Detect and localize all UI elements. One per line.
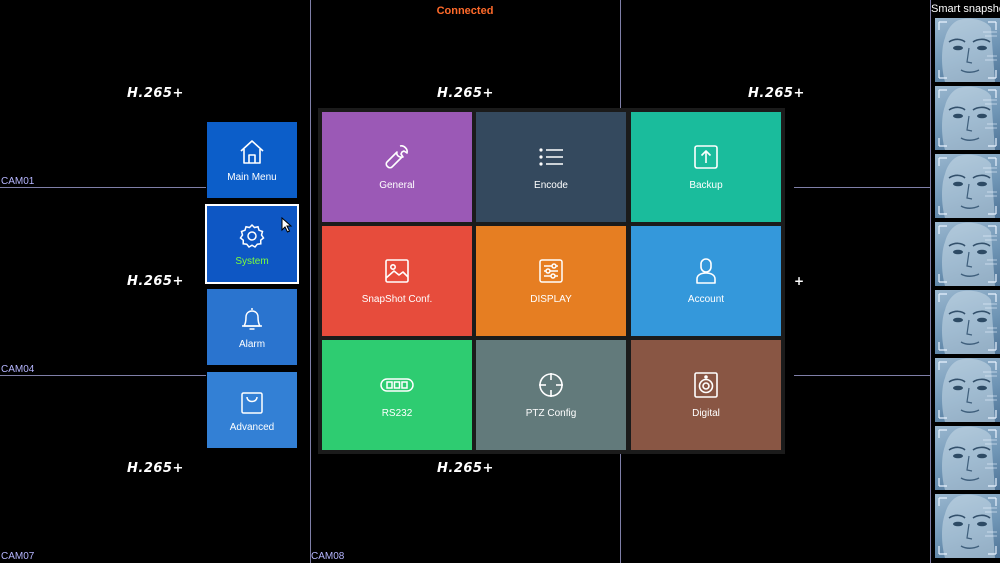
side-menu-system[interactable]: System	[205, 204, 299, 284]
grid-divider-h2-right	[794, 375, 931, 376]
grid-divider-h1	[0, 187, 206, 188]
serial-port-icon	[380, 378, 414, 392]
codec-label: H.265+	[127, 86, 184, 101]
tile-label: SnapShot Conf.	[361, 294, 433, 305]
gear-icon	[239, 223, 265, 248]
tile-label: PTZ Config	[525, 408, 577, 419]
tile-encode[interactable]: Encode	[476, 112, 626, 222]
side-menu-label: System	[235, 255, 269, 267]
tile-account[interactable]: Account	[631, 226, 781, 336]
smart-snapshot-title: Smart snapshot	[931, 3, 1000, 15]
tile-snapshot-conf[interactable]: SnapShot Conf.	[322, 226, 472, 336]
camera-label-cam07: CAM07	[1, 551, 35, 562]
snapshot-thumbnail[interactable]	[935, 426, 1000, 490]
snapshot-thumbnail[interactable]	[935, 494, 1000, 558]
snapshot-thumbnail[interactable]	[935, 358, 1000, 422]
side-menu-label: Advanced	[229, 421, 275, 433]
tile-label: Backup	[689, 180, 723, 191]
plus-icon[interactable]: +	[794, 274, 804, 288]
camera-label-cam04: CAM04	[1, 364, 35, 375]
list-icon	[539, 148, 563, 166]
codec-label: H.265+	[437, 461, 494, 476]
user-icon	[696, 258, 716, 284]
grid-divider-h2	[0, 375, 206, 376]
image-icon	[385, 259, 409, 283]
tile-backup[interactable]: Backup	[631, 112, 781, 222]
face-snapshot-image	[938, 154, 997, 218]
crosshair-icon	[539, 373, 563, 397]
camera-label-cam08: CAM08	[311, 551, 345, 562]
home-icon	[240, 139, 264, 164]
tile-rs232[interactable]: RS232	[322, 340, 472, 450]
face-snapshot-image	[938, 290, 997, 354]
sliders-icon	[539, 259, 563, 283]
side-menu-label: Main Menu	[227, 171, 277, 183]
side-menu-label: Alarm	[238, 338, 266, 350]
bell-icon	[242, 307, 262, 330]
face-snapshot-image	[938, 86, 997, 150]
snapshot-thumbnail[interactable]	[935, 154, 1000, 218]
snapshot-thumbnail[interactable]	[935, 222, 1000, 286]
side-menu-alarm[interactable]: Alarm	[207, 289, 297, 365]
side-menu-advanced[interactable]: Advanced	[207, 372, 297, 448]
grid-divider-v3	[930, 0, 931, 563]
side-menu-main-menu[interactable]: Main Menu	[207, 122, 297, 198]
face-snapshot-image	[938, 358, 997, 422]
tile-label: DISPLAY	[530, 294, 572, 305]
tile-label: General	[379, 180, 415, 191]
grid-divider-h1-right	[794, 187, 931, 188]
codec-label: H.265+	[748, 86, 805, 101]
face-snapshot-image	[938, 494, 997, 558]
grid-divider-v1	[310, 0, 311, 563]
face-snapshot-image	[938, 18, 997, 82]
tile-display[interactable]: DISPLAY	[476, 226, 626, 336]
tile-ptz-config[interactable]: PTZ Config	[476, 340, 626, 450]
speaker-icon	[694, 372, 718, 398]
tile-label: RS232	[381, 408, 413, 419]
face-snapshot-image	[938, 426, 997, 490]
tile-general[interactable]: General	[322, 112, 472, 222]
upload-icon	[694, 145, 718, 169]
snapshot-thumbnail[interactable]	[935, 18, 1000, 82]
codec-label: H.265+	[127, 461, 184, 476]
codec-label: H.265+	[437, 86, 494, 101]
snapshot-thumbnail[interactable]	[935, 86, 1000, 150]
mouse-cursor-icon	[281, 217, 293, 233]
system-menu-panel: General Encode Backup SnapShot Conf. DIS…	[318, 108, 785, 454]
camera-label-cam01: CAM01	[1, 176, 35, 187]
tile-label: Encode	[534, 180, 568, 191]
tile-label: Digital	[692, 408, 720, 419]
tile-label: Account	[687, 294, 725, 305]
shopping-bag-icon	[241, 391, 263, 414]
connection-status: Connected	[436, 5, 494, 17]
snapshot-thumbnail[interactable]	[935, 290, 1000, 354]
codec-label: H.265+	[127, 274, 184, 289]
face-snapshot-image	[938, 222, 997, 286]
tile-digital[interactable]: Digital	[631, 340, 781, 450]
wrench-icon	[385, 145, 408, 169]
